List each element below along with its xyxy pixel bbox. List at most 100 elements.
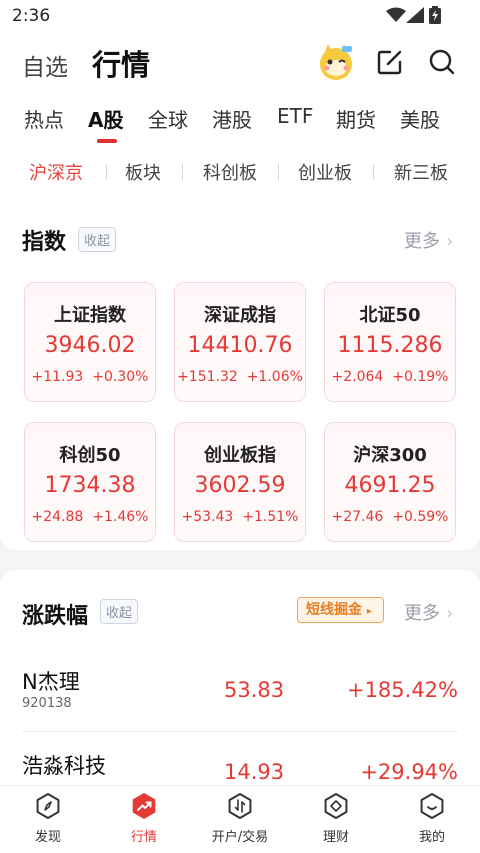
header: 自选 行情 bbox=[0, 36, 480, 86]
index-tile[interactable]: 科创50 1734.38 +24.88 +1.46% bbox=[24, 422, 156, 542]
index-change-abs: +27.46 bbox=[331, 509, 384, 525]
index-tile[interactable]: 北证50 1115.286 +2.064 +0.19% bbox=[324, 282, 456, 402]
nav-profile[interactable]: 我的 bbox=[384, 786, 480, 853]
subtab-divider bbox=[278, 164, 279, 180]
stock-change-pct: +29.94% bbox=[360, 760, 458, 784]
index-change-pct: +1.51% bbox=[242, 509, 299, 525]
index-name: 创业板指 bbox=[204, 445, 276, 466]
index-tile[interactable]: 沪深300 4691.25 +27.46 +0.59% bbox=[324, 422, 456, 542]
top-area: 2:36 自选 行情 热点 A股 全球 港股 ETF 期货 美股 沪深京 板块 … bbox=[0, 0, 480, 196]
index-change-abs: +151.32 bbox=[177, 369, 238, 385]
subtab-new-third-board[interactable]: 新三板 bbox=[394, 159, 448, 185]
tab-market[interactable]: 行情 bbox=[92, 42, 150, 84]
subtab-star-market[interactable]: 科创板 bbox=[203, 159, 257, 185]
nav-label: 发现 bbox=[34, 830, 61, 845]
index-change-pct: +1.46% bbox=[92, 509, 149, 525]
market-tab-a-share[interactable]: A股 bbox=[88, 104, 123, 133]
market-tab-global[interactable]: 全球 bbox=[148, 104, 188, 133]
index-tile[interactable]: 上证指数 3946.02 +11.93 +0.30% bbox=[24, 282, 156, 402]
search-icon[interactable] bbox=[428, 48, 456, 76]
stock-price: 14.93 bbox=[224, 760, 285, 784]
tab-favorites[interactable]: 自选 bbox=[22, 48, 68, 82]
short-term-promo-button[interactable]: 短线掘金 ▸ bbox=[297, 597, 384, 623]
stock-price: 53.83 bbox=[224, 678, 285, 702]
index-value: 3946.02 bbox=[44, 333, 136, 358]
subtab-chinext[interactable]: 创业板 bbox=[298, 159, 352, 185]
bottom-nav: 发现 行情 开户/交易 理财 我的 bbox=[0, 785, 480, 853]
market-tab-etf[interactable]: ETF bbox=[277, 104, 313, 128]
subtab-divider bbox=[106, 164, 107, 180]
index-change-pct: +0.59% bbox=[392, 509, 449, 525]
index-change: +11.93 +0.30% bbox=[25, 369, 155, 385]
index-value: 4691.25 bbox=[344, 473, 436, 498]
nav-account-trade[interactable]: 开户/交易 bbox=[192, 786, 288, 853]
index-change: +24.88 +1.46% bbox=[25, 509, 155, 525]
index-more-link[interactable]: 更多 › bbox=[404, 227, 453, 253]
chevron-right-icon: › bbox=[446, 231, 454, 252]
mascot-avatar-icon[interactable] bbox=[316, 42, 356, 82]
index-change-pct: +0.19% bbox=[392, 369, 449, 385]
wifi-icon bbox=[386, 7, 406, 22]
market-tab-futures[interactable]: 期货 bbox=[336, 104, 376, 133]
wealth-icon bbox=[324, 793, 348, 819]
table-row[interactable]: N杰理 920138 53.83 +185.42% bbox=[0, 660, 480, 732]
index-tile[interactable]: 深证成指 14410.76 +151.32 +1.06% bbox=[174, 282, 306, 402]
profile-icon bbox=[420, 793, 444, 819]
edit-icon[interactable] bbox=[376, 48, 404, 76]
index-change-pct: +0.30% bbox=[92, 369, 149, 385]
movers-collapse-button[interactable]: 收起 bbox=[100, 599, 139, 624]
subtab-shanghai-shenzhen-beijing[interactable]: 沪深京 bbox=[29, 159, 83, 185]
index-change-abs: +24.88 bbox=[31, 509, 84, 525]
index-change: +151.32 +1.06% bbox=[175, 369, 305, 385]
chevron-right-icon: › bbox=[446, 603, 454, 624]
index-change-pct: +1.06% bbox=[246, 369, 303, 385]
subtab-sectors[interactable]: 板块 bbox=[125, 159, 161, 185]
movers-more-link[interactable]: 更多 › bbox=[404, 599, 453, 625]
index-value: 1115.286 bbox=[337, 333, 443, 358]
caret-right-icon: ▸ bbox=[366, 606, 372, 617]
row-divider bbox=[22, 731, 458, 732]
stock-code: 920138 bbox=[22, 696, 72, 711]
nav-discover[interactable]: 发现 bbox=[0, 786, 96, 853]
stock-change-pct: +185.42% bbox=[346, 678, 458, 702]
promo-label: 短线掘金 bbox=[306, 602, 362, 618]
index-section-title: 指数 bbox=[22, 230, 67, 255]
status-time: 2:36 bbox=[12, 6, 51, 26]
movers-section-title: 涨跌幅 bbox=[22, 604, 89, 629]
sub-tabs: 沪深京 板块 科创板 创业板 新三板 bbox=[0, 152, 480, 192]
market-tab-hk[interactable]: 港股 bbox=[212, 104, 252, 133]
nav-market[interactable]: 行情 bbox=[96, 786, 192, 853]
index-change: +53.43 +1.51% bbox=[175, 509, 305, 525]
index-value: 1734.38 bbox=[44, 473, 136, 498]
index-name: 上证指数 bbox=[54, 305, 126, 326]
index-name: 沪深300 bbox=[353, 445, 427, 466]
market-tab-us[interactable]: 美股 bbox=[400, 104, 440, 133]
nav-label: 理财 bbox=[322, 830, 349, 845]
stock-name: N杰理 bbox=[22, 670, 80, 694]
trend-up-icon bbox=[132, 793, 156, 819]
nav-wealth[interactable]: 理财 bbox=[288, 786, 384, 853]
index-name: 深证成指 bbox=[204, 305, 276, 326]
index-change: +2.064 +0.19% bbox=[325, 369, 455, 385]
stock-name: 浩淼科技 bbox=[22, 754, 106, 778]
subtab-divider bbox=[182, 164, 183, 180]
index-section: 指数 收起 更多 › 上证指数 3946.02 +11.93 +0.30% 深证成… bbox=[0, 196, 480, 550]
nav-label: 我的 bbox=[418, 830, 445, 845]
index-collapse-button[interactable]: 收起 bbox=[78, 227, 117, 252]
status-bar: 2:36 bbox=[0, 0, 480, 34]
market-tab-hot[interactable]: 热点 bbox=[24, 104, 64, 133]
subtab-divider bbox=[373, 164, 374, 180]
battery-icon bbox=[429, 6, 441, 24]
index-change-abs: +53.43 bbox=[181, 509, 234, 525]
index-tile[interactable]: 创业板指 3602.59 +53.43 +1.51% bbox=[174, 422, 306, 542]
index-change: +27.46 +0.59% bbox=[325, 509, 455, 525]
index-value: 3602.59 bbox=[194, 473, 286, 498]
index-name: 北证50 bbox=[359, 305, 421, 326]
index-value: 14410.76 bbox=[187, 333, 293, 358]
signal-icon bbox=[406, 7, 424, 23]
more-label: 更多 bbox=[404, 603, 440, 624]
nav-label: 开户/交易 bbox=[211, 830, 269, 845]
index-change-abs: +2.064 bbox=[331, 369, 384, 385]
more-label: 更多 bbox=[404, 231, 440, 252]
market-tabs: 热点 A股 全球 港股 ETF 期货 美股 bbox=[0, 100, 480, 144]
